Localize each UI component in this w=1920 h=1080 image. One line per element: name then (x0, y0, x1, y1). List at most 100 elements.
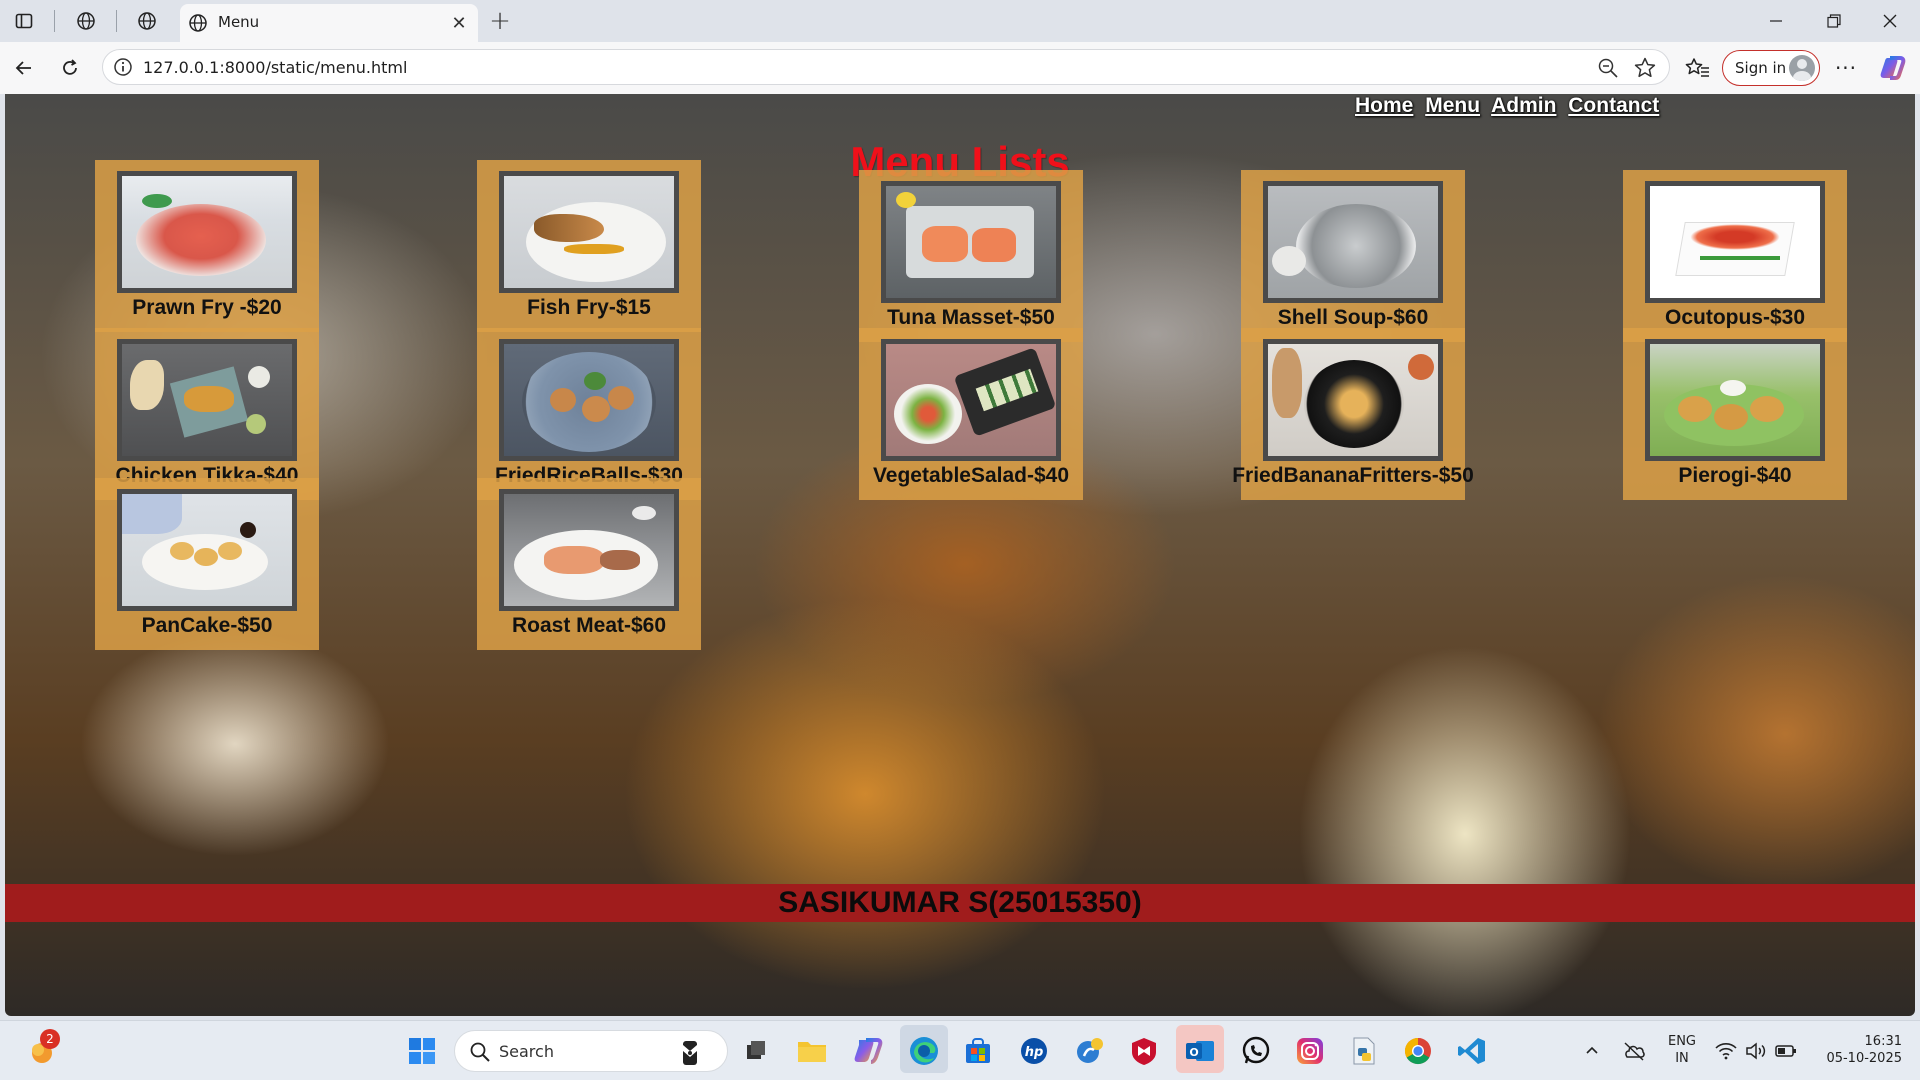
octopus-image (1645, 181, 1825, 303)
menu-item-card[interactable]: Pierogi-$40 (1623, 328, 1847, 500)
svg-text:hp: hp (1025, 1045, 1044, 1060)
url-field[interactable]: 127.0.0.1:8000/static/menu.html (102, 49, 1670, 85)
notification-badge: 2 (40, 1029, 60, 1049)
new-tab-button[interactable]: + (484, 5, 516, 37)
nav-link-menu[interactable]: Menu (1425, 94, 1480, 117)
clock-date: 05-10-2025 (1826, 1051, 1902, 1066)
copilot-app-icon[interactable] (848, 1031, 888, 1071)
menu-item-card[interactable]: Roast Meat-$60 (477, 478, 701, 650)
close-window-icon[interactable] (1866, 4, 1914, 38)
weather-widget-icon[interactable]: 2 (22, 1029, 62, 1071)
pierogi-image (1645, 339, 1825, 461)
search-label: Search (499, 1042, 554, 1061)
globe-icon (186, 11, 210, 35)
sign-in-label: Sign in (1735, 59, 1787, 77)
outlook-icon[interactable]: O (1176, 1025, 1224, 1073)
menu-item-label: VegetableSalad-$40 (872, 464, 1070, 487)
menu-item-label: Prawn Fry -$20 (132, 296, 282, 319)
microsoft-store-icon[interactable] (958, 1031, 998, 1071)
python-file-icon[interactable] (1344, 1031, 1384, 1071)
chicken-tikka-image (117, 339, 297, 461)
zoom-out-icon[interactable] (1597, 57, 1619, 79)
tray-chevron-up-icon[interactable] (1572, 1031, 1612, 1071)
nav-link-admin[interactable]: Admin (1491, 94, 1556, 117)
vscode-icon[interactable] (1452, 1031, 1492, 1071)
menu-item-label: Tuna Masset-$50 (887, 306, 1055, 329)
menu-item-label: FriedBananaFritters-$50 (1232, 464, 1474, 487)
menu-item-label: Roast Meat-$60 (511, 614, 667, 637)
minimize-icon[interactable] (1752, 4, 1800, 38)
mcafee-icon[interactable] (1124, 1031, 1164, 1071)
onedrive-offline-icon[interactable] (1614, 1031, 1654, 1071)
svg-text:O: O (1189, 1046, 1198, 1059)
vegetable-salad-image (881, 339, 1061, 461)
footer-author-bar: SASIKUMAR S(25015350) (5, 884, 1915, 922)
shell-soup-image (1263, 181, 1443, 303)
browser-tab-bar: Menu ✕ + (0, 0, 1920, 42)
menu-item-card[interactable]: PanCake-$50 (95, 478, 319, 650)
fried-rice-balls-image (499, 339, 679, 461)
menu-item-card[interactable]: FriedBananaFritters-$50 (1232, 328, 1474, 500)
clock-time: 16:31 (1864, 1034, 1902, 1049)
menu-item-card[interactable]: Chicken Tikka-$40 (95, 328, 319, 500)
sidebar-toggle-icon[interactable] (8, 6, 40, 36)
taskbar-search[interactable]: Search (454, 1030, 728, 1072)
menu-item-label: PanCake-$50 (141, 614, 273, 637)
whatsapp-icon[interactable] (1236, 1031, 1276, 1071)
address-bar-row: 127.0.0.1:8000/static/menu.html Sign in … (0, 42, 1920, 94)
pancake-image (117, 489, 297, 611)
profile-avatar-icon (1789, 55, 1815, 81)
menu-item-label: Pierogi-$40 (1678, 464, 1792, 487)
language-indicator[interactable]: ENG IN (1662, 1033, 1702, 1067)
prawn-fry-image (117, 171, 297, 293)
menu-item-card[interactable]: Prawn Fry -$20 (95, 160, 319, 332)
fried-banana-fritters-image (1263, 339, 1443, 461)
favorite-star-icon[interactable] (1633, 56, 1657, 80)
python-idle-icon[interactable] (1070, 1031, 1110, 1071)
active-tab[interactable]: Menu ✕ (180, 4, 478, 42)
file-explorer-icon[interactable] (792, 1031, 832, 1071)
url-text: 127.0.0.1:8000/static/menu.html (143, 58, 408, 77)
menu-item-label: Ocutopus-$30 (1664, 306, 1806, 329)
edge-browser-icon[interactable] (900, 1025, 948, 1073)
region-label: IN (1675, 1051, 1689, 1066)
menu-item-card[interactable]: Tuna Masset-$50 (859, 170, 1083, 342)
globe-tab-icon[interactable] (70, 6, 102, 36)
tuna-masset-image (881, 181, 1061, 303)
hp-app-icon[interactable]: hp (1014, 1031, 1054, 1071)
menu-item-card[interactable]: Ocutopus-$30 (1623, 170, 1847, 342)
search-highlight-icon (683, 1041, 697, 1065)
search-icon (470, 1042, 490, 1062)
more-options-icon[interactable]: ··· (1830, 52, 1862, 84)
windows-start-icon[interactable] (402, 1031, 442, 1071)
clock[interactable]: 16:31 05-10-2025 (1812, 1033, 1902, 1067)
menu-item-card[interactable]: Shell Soup-$60 (1241, 170, 1465, 342)
site-nav: Home Menu Admin Contanct (1355, 94, 1665, 118)
menu-item-card[interactable]: VegetableSalad-$40 (859, 328, 1083, 500)
copilot-icon[interactable] (1876, 52, 1908, 84)
menu-item-card[interactable]: Fish Fry-$15 (477, 160, 701, 332)
close-tab-icon[interactable]: ✕ (446, 10, 472, 36)
favorites-icon[interactable] (1684, 54, 1712, 82)
windows-taskbar: 2 Search hp O ENG IN 16:31 05-10-2025 (0, 1020, 1920, 1080)
menu-item-label: Shell Soup-$60 (1277, 306, 1429, 329)
globe-tab-icon[interactable] (131, 6, 163, 36)
restore-icon[interactable] (1810, 4, 1858, 38)
roast-meat-image (499, 489, 679, 611)
site-info-icon[interactable] (113, 57, 133, 77)
nav-link-home[interactable]: Home (1355, 94, 1413, 117)
menu-item-label: Fish Fry-$15 (527, 296, 651, 319)
instagram-icon[interactable] (1290, 1031, 1330, 1071)
back-arrow-icon[interactable] (8, 52, 40, 84)
battery-icon[interactable] (1766, 1031, 1806, 1071)
task-view-icon[interactable] (736, 1031, 776, 1071)
sign-in-button[interactable]: Sign in (1722, 50, 1820, 86)
chrome-icon[interactable] (1398, 1031, 1438, 1071)
menu-page: Home Menu Admin Contanct Menu Lists Praw… (5, 94, 1915, 1016)
reload-icon[interactable] (54, 52, 86, 84)
nav-link-contact[interactable]: Contanct (1568, 94, 1659, 117)
tab-title: Menu (218, 13, 260, 31)
language-label: ENG (1667, 1034, 1696, 1049)
fish-fry-image (499, 171, 679, 293)
menu-item-card[interactable]: FriedRiceBalls-$30 (477, 328, 701, 500)
